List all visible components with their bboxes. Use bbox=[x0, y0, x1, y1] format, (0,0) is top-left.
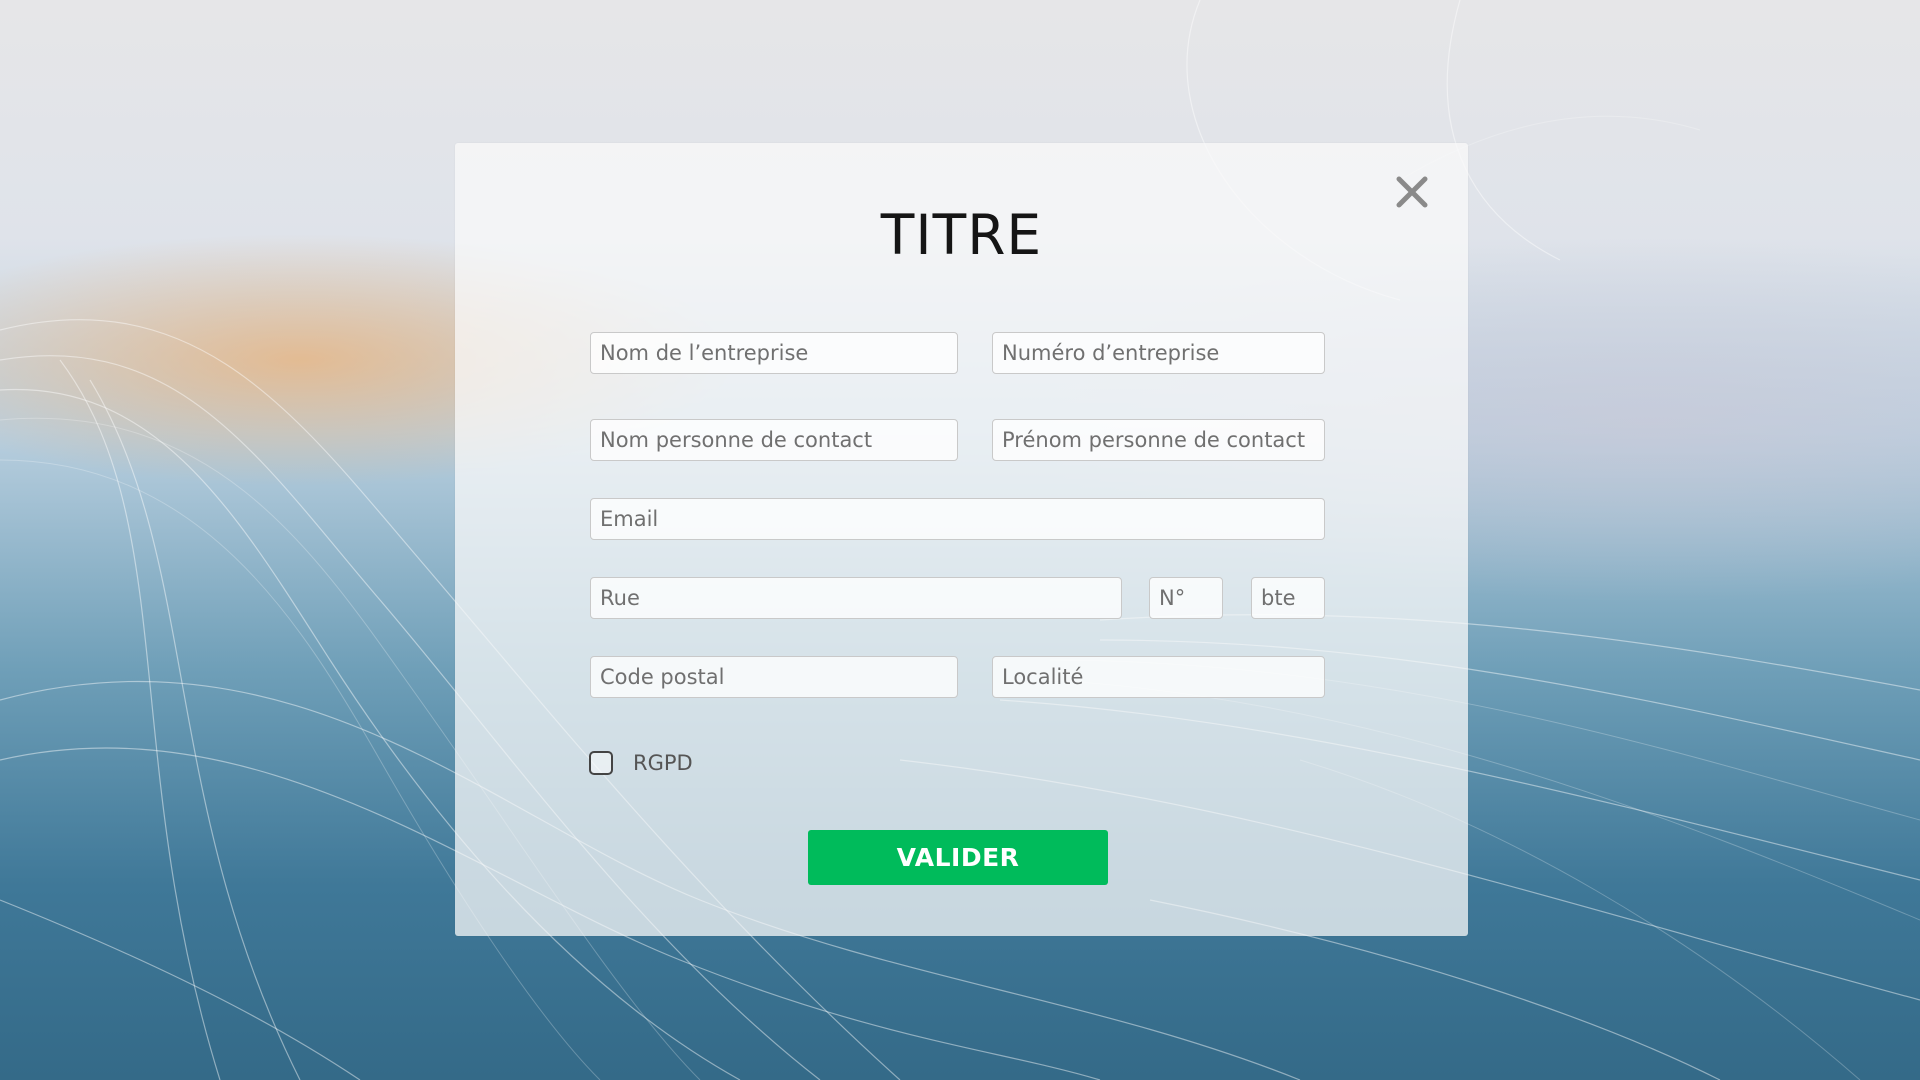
rgpd-checkbox[interactable] bbox=[589, 751, 613, 775]
company-number-input[interactable] bbox=[992, 332, 1325, 374]
city-input[interactable] bbox=[992, 656, 1325, 698]
box-number-input[interactable] bbox=[1251, 577, 1325, 619]
street-input[interactable] bbox=[590, 577, 1122, 619]
house-number-input[interactable] bbox=[1149, 577, 1223, 619]
registration-modal: TITRE RGPD VALIDER bbox=[455, 143, 1468, 936]
company-name-input[interactable] bbox=[590, 332, 958, 374]
rgpd-consent: RGPD bbox=[589, 751, 693, 775]
submit-button[interactable]: VALIDER bbox=[808, 830, 1108, 885]
contact-last-name-input[interactable] bbox=[590, 419, 958, 461]
postal-code-input[interactable] bbox=[590, 656, 958, 698]
modal-title: TITRE bbox=[880, 203, 1043, 267]
contact-first-name-input[interactable] bbox=[992, 419, 1325, 461]
rgpd-label: RGPD bbox=[633, 751, 693, 775]
email-input[interactable] bbox=[590, 498, 1325, 540]
